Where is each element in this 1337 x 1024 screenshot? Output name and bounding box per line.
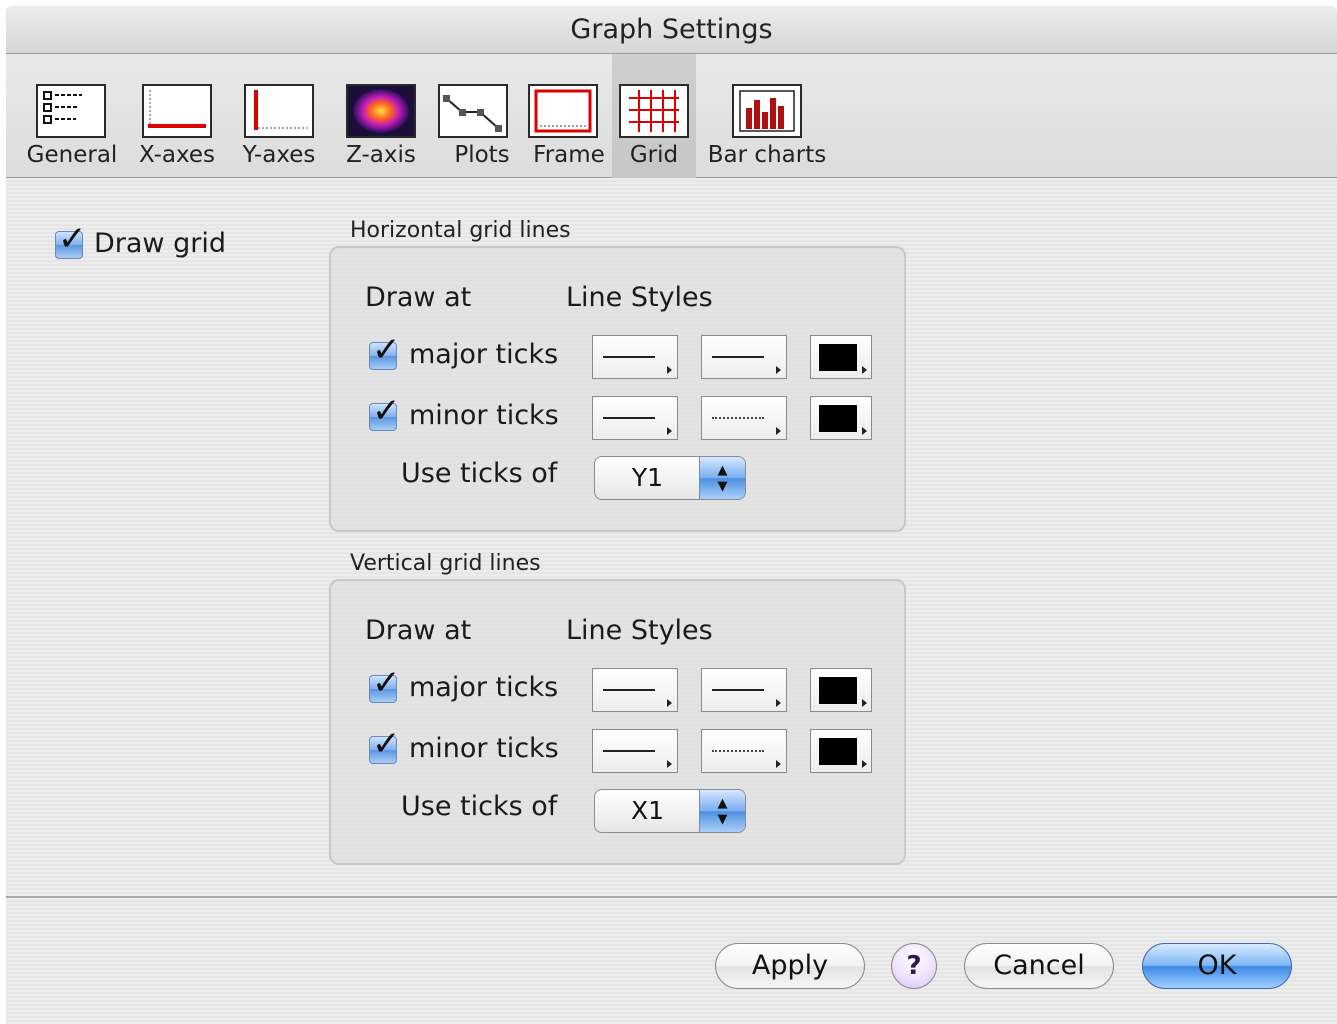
horizontal-major-line-pattern-button[interactable] [701,335,787,379]
x-axis-icon [142,84,212,138]
horizontal-major-ticks-checkbox[interactable]: ✓ [369,333,401,370]
plots-line-icon [438,84,508,138]
vertical-use-ticks-select[interactable]: X1 ▲ ▼ [594,789,746,833]
vertical-major-ticks-label: major ticks [409,672,559,703]
color-swatch [819,344,857,371]
tab-x-axes[interactable]: X-axes [128,54,226,178]
draw-grid-checkbox[interactable]: ✓ [55,222,87,259]
ok-button[interactable]: OK [1142,943,1292,989]
horizontal-minor-ticks-label: minor ticks [409,400,559,431]
vertical-minor-line-pattern-button[interactable] [701,729,787,773]
vertical-line-styles-header: Line Styles [566,615,713,646]
tab-x-axes-label: X-axes [138,142,216,168]
tab-bar-charts[interactable]: Bar charts [702,54,832,178]
tab-y-axes[interactable]: Y-axes [230,54,328,178]
footer-divider [6,896,1337,898]
vertical-minor-line-style-button[interactable] [592,729,678,773]
tab-plots-label: Plots [454,142,510,168]
horizontal-use-ticks-label: Use ticks of [401,458,558,489]
vertical-group-title: Vertical grid lines [350,551,541,576]
checkmark-icon: ✓ [372,663,401,703]
frame-icon [528,84,598,138]
tab-frame-label: Frame [533,142,605,168]
graph-settings-window: Graph Settings General X-axes Y-axes Z-a… [6,6,1337,1024]
vertical-minor-color-button[interactable] [810,729,872,773]
apply-button[interactable]: Apply [715,943,865,989]
vertical-use-ticks-value: X1 [630,796,665,825]
vertical-minor-ticks-label: minor ticks [409,733,559,764]
color-swatch [819,405,857,432]
checkmark-icon: ✓ [372,724,401,764]
horizontal-grid-group: Draw at Line Styles ✓ major ticks ✓ mino… [329,246,906,532]
color-swatch [819,677,857,704]
vertical-use-ticks-label: Use ticks of [401,791,558,822]
tab-general-label: General [26,142,118,168]
tab-bar-charts-label: Bar charts [707,142,827,168]
vertical-major-line-pattern-button[interactable] [701,668,787,712]
horizontal-line-styles-header: Line Styles [566,282,713,313]
tab-grid[interactable]: Grid [612,54,696,178]
horizontal-group-title: Horizontal grid lines [350,218,571,243]
tab-y-axes-label: Y-axes [242,142,316,168]
vertical-major-color-button[interactable] [810,668,872,712]
grid-icon [619,84,689,138]
checkmark-icon: ✓ [372,330,401,370]
y-axis-icon [244,84,314,138]
tab-z-axis[interactable]: Z-axis [332,54,430,178]
general-list-icon [36,84,106,138]
horizontal-major-ticks-label: major ticks [409,339,559,370]
z-axis-heatmap-icon [346,84,416,138]
tab-frame[interactable]: Frame [524,54,614,178]
bar-chart-icon [732,84,802,138]
horizontal-minor-line-style-button[interactable] [592,396,678,440]
settings-toolbar: General X-axes Y-axes Z-axis Plots Frame… [6,54,1337,178]
horizontal-major-line-style-button[interactable] [592,335,678,379]
horizontal-use-ticks-value: Y1 [631,463,664,492]
vertical-minor-ticks-checkbox[interactable]: ✓ [369,727,401,764]
window-title: Graph Settings [6,6,1337,54]
vertical-draw-at-header: Draw at [365,615,472,646]
horizontal-use-ticks-select[interactable]: Y1 ▲ ▼ [594,456,746,500]
horizontal-minor-line-pattern-button[interactable] [701,396,787,440]
help-button[interactable]: ? [891,943,937,989]
stepper-arrows-icon: ▲ ▼ [699,790,745,832]
cancel-button[interactable]: Cancel [964,943,1114,989]
tab-z-axis-label: Z-axis [346,142,416,168]
horizontal-minor-ticks-checkbox[interactable]: ✓ [369,394,401,431]
draw-grid-label: Draw grid [94,228,226,259]
color-swatch [819,738,857,765]
tab-plots[interactable]: Plots [432,54,532,178]
horizontal-minor-color-button[interactable] [810,396,872,440]
vertical-major-line-style-button[interactable] [592,668,678,712]
horizontal-major-color-button[interactable] [810,335,872,379]
vertical-grid-group: Draw at Line Styles ✓ major ticks ✓ mino… [329,579,906,865]
tab-general[interactable]: General [20,54,124,178]
checkmark-icon: ✓ [58,219,87,259]
checkmark-icon: ✓ [372,391,401,431]
tab-grid-label: Grid [629,142,679,168]
vertical-major-ticks-checkbox[interactable]: ✓ [369,666,401,703]
grid-settings-panel: ✓ Draw grid Horizontal grid lines Draw a… [6,178,1337,898]
stepper-arrows-icon: ▲ ▼ [699,457,745,499]
horizontal-draw-at-header: Draw at [365,282,472,313]
